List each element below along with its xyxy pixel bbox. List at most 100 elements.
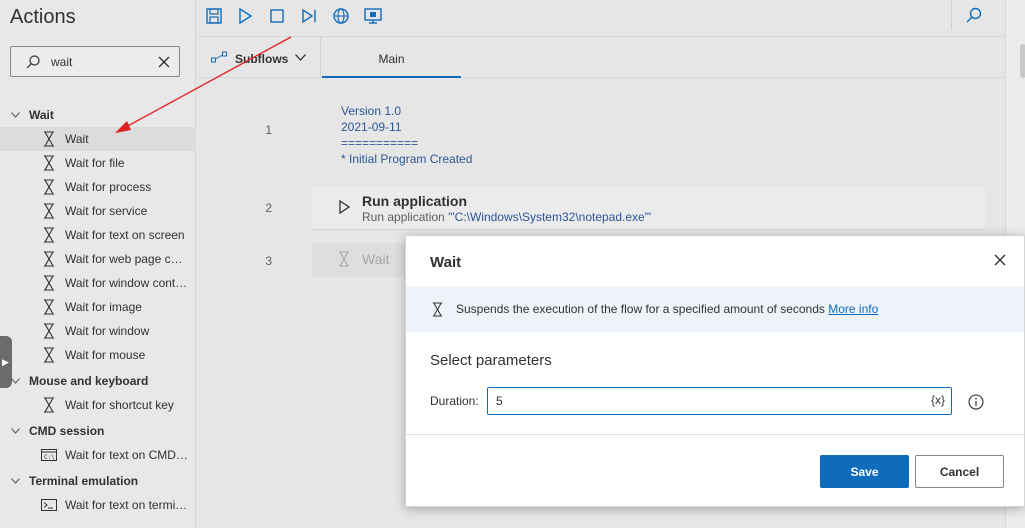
- flow-step-run-application[interactable]: Run application Run application '"C:\Win…: [312, 186, 985, 230]
- line-number: 1: [265, 123, 272, 137]
- action-item-wait-for-mouse[interactable]: Wait for mouse: [0, 343, 196, 367]
- group-wait[interactable]: Wait: [0, 103, 196, 127]
- close-icon[interactable]: [994, 254, 1006, 266]
- action-item-label: Wait for text on terminal: [65, 498, 189, 512]
- chevron-down-icon: [295, 54, 306, 61]
- hourglass-icon: [44, 397, 54, 413]
- duration-input[interactable]: [496, 393, 916, 409]
- group-label: CMD session: [29, 424, 105, 438]
- find-icon[interactable]: [963, 5, 985, 27]
- hourglass-icon: [44, 155, 54, 171]
- action-item-wait-for-service[interactable]: Wait for service: [0, 199, 196, 223]
- cmd-icon: C:\: [41, 449, 57, 461]
- action-item-label: Wait for mouse: [65, 348, 146, 362]
- action-item-label: Wait: [65, 132, 89, 146]
- action-item-label: Wait for web page content: [65, 252, 189, 266]
- hourglass-icon: [44, 347, 54, 363]
- line-number-gutter: 1 2 3: [197, 78, 287, 528]
- tab-subflows-label: Subflows: [235, 52, 289, 66]
- action-item-label: Wait for file: [65, 156, 125, 170]
- line-number: 3: [265, 254, 272, 268]
- hourglass-icon: [44, 299, 54, 315]
- group-label: Mouse and keyboard: [29, 374, 149, 388]
- action-item-label: Wait for text on CMD session: [65, 448, 189, 462]
- hourglass-icon: [432, 302, 443, 317]
- duration-label: Duration:: [430, 394, 479, 408]
- group-mouse-and-keyboard[interactable]: Mouse and keyboard: [0, 369, 196, 393]
- search-box[interactable]: [10, 46, 180, 77]
- comment-line: Version 1.0: [341, 104, 402, 118]
- hourglass-icon: [44, 323, 54, 339]
- tab-subflows[interactable]: Subflows: [197, 37, 321, 77]
- tab-main-label: Main: [378, 52, 405, 66]
- designer-toolbar: [197, 0, 1005, 36]
- step-summary-prefix: Run application: [362, 210, 449, 224]
- action-item-wait-for-window-content[interactable]: Wait for window content: [0, 271, 196, 295]
- cancel-button[interactable]: Cancel: [915, 455, 1004, 488]
- stop-icon[interactable]: [266, 5, 288, 27]
- more-info-link[interactable]: More info: [828, 302, 878, 316]
- action-item-wait[interactable]: Wait: [0, 127, 196, 151]
- action-item-wait-for-file[interactable]: Wait for file: [0, 151, 196, 175]
- action-item-label: Wait for image: [65, 300, 142, 314]
- actions-pane-title: Actions: [10, 6, 76, 28]
- comment-line: 2021-09-11: [341, 120, 402, 134]
- clear-search-icon[interactable]: [157, 55, 171, 69]
- hourglass-icon: [44, 131, 54, 147]
- comment-line: ===========: [341, 136, 419, 150]
- desktop-recorder-icon[interactable]: [362, 5, 384, 27]
- action-description: Suspends the execution of the flow for a…: [456, 302, 878, 316]
- chevron-down-icon: [11, 112, 20, 118]
- duration-field[interactable]: {x}: [487, 387, 952, 415]
- action-item-wait-for-text-on-terminal[interactable]: Wait for text on terminal: [0, 493, 196, 517]
- scrollbar-thumb[interactable]: [1020, 44, 1025, 78]
- group-label: Terminal emulation: [29, 474, 139, 488]
- action-item-wait-for-text-on-cmd-session[interactable]: C:\ Wait for text on CMD session: [0, 443, 196, 467]
- action-item-wait-for-text-on-screen[interactable]: Wait for text on screen: [0, 223, 196, 247]
- run-application-icon: [339, 200, 350, 214]
- dialog-info-bar: Suspends the execution of the flow for a…: [406, 286, 1024, 332]
- insert-variable-button[interactable]: {x}: [931, 393, 945, 407]
- step-summary-path: '"C:\Windows\System32\notepad.exe"': [448, 210, 652, 224]
- action-item-label: Wait for service: [65, 204, 148, 218]
- chevron-down-icon: [11, 378, 20, 384]
- search-input[interactable]: [51, 53, 151, 71]
- save-button[interactable]: Save: [820, 455, 909, 488]
- group-cmd-session[interactable]: CMD session: [0, 419, 196, 443]
- web-recorder-icon[interactable]: [330, 5, 352, 27]
- tab-main[interactable]: Main: [322, 37, 461, 78]
- line-number: 2: [265, 201, 272, 215]
- action-item-wait-for-web-page-content[interactable]: Wait for web page content: [0, 247, 196, 271]
- collapse-pane-toggle[interactable]: ▶: [0, 336, 12, 388]
- step-summary: Run application '"C:\Windows\System32\no…: [362, 210, 651, 224]
- hourglass-icon: [44, 203, 54, 219]
- dialog-title: Wait: [430, 254, 462, 271]
- group-terminal-emulation[interactable]: Terminal emulation: [0, 469, 196, 493]
- hourglass-icon: [339, 251, 349, 267]
- run-icon[interactable]: [234, 5, 256, 27]
- save-icon[interactable]: [203, 5, 225, 27]
- dialog-divider: [406, 434, 1024, 435]
- description-text: Suspends the execution of the flow for a…: [456, 302, 825, 316]
- action-item-wait-for-shortcut-key[interactable]: Wait for shortcut key: [0, 393, 196, 417]
- action-item-label: Wait for text on screen: [65, 228, 185, 242]
- comment-line: * Initial Program Created: [341, 152, 473, 166]
- flow-tabs: Subflows Main: [197, 36, 1005, 78]
- hourglass-icon: [44, 227, 54, 243]
- actions-pane: Actions Wait Wait Wait for file Wait for…: [0, 0, 196, 528]
- hourglass-icon: [44, 275, 54, 291]
- group-label: Wait: [29, 108, 54, 122]
- run-next-action-icon[interactable]: [298, 5, 320, 27]
- chevron-right-icon: ▶: [2, 357, 9, 367]
- step-title: Wait: [362, 251, 390, 267]
- action-item-label: Wait for shortcut key: [65, 398, 174, 412]
- action-item-label: Wait for window: [65, 324, 150, 338]
- toolbar-divider: [951, 0, 952, 30]
- action-item-label: Wait for window content: [65, 276, 189, 290]
- action-item-wait-for-image[interactable]: Wait for image: [0, 295, 196, 319]
- action-item-wait-for-process[interactable]: Wait for process: [0, 175, 196, 199]
- action-item-wait-for-window[interactable]: Wait for window: [0, 319, 196, 343]
- info-icon[interactable]: [968, 394, 984, 410]
- svg-text:C:\: C:\: [44, 454, 55, 461]
- chevron-down-icon: [11, 478, 20, 484]
